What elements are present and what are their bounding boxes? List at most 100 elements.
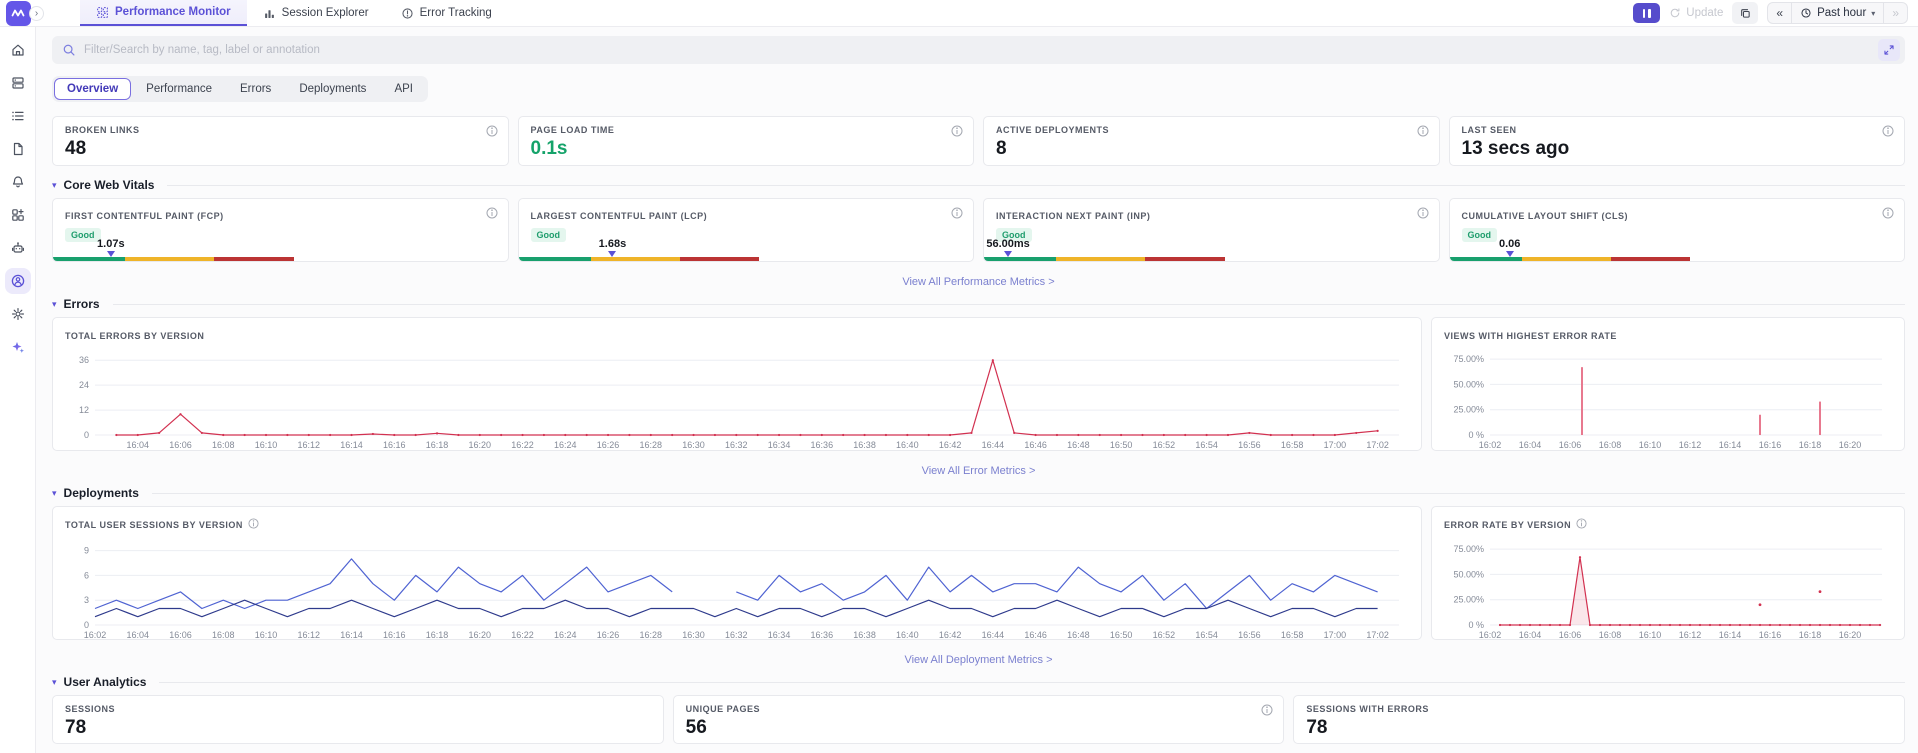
- svg-text:16:30: 16:30: [682, 440, 705, 450]
- tab-overview[interactable]: Overview: [54, 78, 132, 100]
- section-core-web-vitals[interactable]: ▾ Core Web Vitals: [52, 178, 1905, 192]
- svg-text:16:12: 16:12: [1679, 630, 1702, 640]
- info-icon[interactable]: [248, 516, 259, 533]
- user-analytics-row: SESSIONS 78 UNIQUE PAGES 56 SESSIONS WIT…: [52, 695, 1906, 744]
- svg-text:0: 0: [84, 430, 89, 440]
- section-user-analytics[interactable]: ▾ User Analytics: [52, 675, 1905, 689]
- info-icon[interactable]: [1882, 125, 1894, 137]
- info-icon[interactable]: [1417, 207, 1429, 219]
- kpi-value: 8: [996, 138, 1007, 159]
- svg-text:16:18: 16:18: [426, 630, 449, 640]
- vital-label: CUMULATIVE LAYOUT SHIFT (CLS): [1461, 211, 1628, 221]
- tab-performance[interactable]: Performance: [133, 78, 225, 100]
- sidebar-item-logs[interactable]: [5, 103, 31, 129]
- collapse-caret-icon: ▾: [52, 179, 57, 190]
- sidebar-item-synthetic-bot[interactable]: [5, 235, 31, 261]
- time-range-value: Past hour: [1817, 7, 1867, 19]
- chevron-forward-icon: »: [1892, 6, 1899, 20]
- svg-text:16:40: 16:40: [896, 440, 919, 450]
- sidebar-item-infrastructure[interactable]: [5, 70, 31, 96]
- time-range-selector[interactable]: Past hour ▾: [1791, 3, 1883, 23]
- svg-text:17:02: 17:02: [1366, 630, 1389, 640]
- tab-deployments[interactable]: Deployments: [286, 78, 379, 100]
- svg-text:25.00%: 25.00%: [1453, 405, 1484, 415]
- core-web-vitals-row: FIRST CONTENTFUL PAINT (FCP) Good 1.07s …: [52, 198, 1905, 262]
- tab-session-explorer[interactable]: Session Explorer: [247, 0, 385, 26]
- chart-title: TOTAL ERRORS BY VERSION: [65, 331, 205, 341]
- info-icon[interactable]: [1882, 207, 1894, 219]
- view-all-performance-metrics-link[interactable]: View All Performance Metrics >: [902, 276, 1054, 288]
- section-deployments[interactable]: ▾ Deployments: [52, 486, 1905, 500]
- chevron-back-icon: «: [1776, 6, 1784, 20]
- pause-icon: [1648, 8, 1651, 18]
- svg-text:16:46: 16:46: [1024, 630, 1047, 640]
- info-icon[interactable]: [951, 207, 963, 219]
- svg-text:16:50: 16:50: [1110, 630, 1133, 640]
- svg-text:16:08: 16:08: [212, 440, 235, 450]
- analytics-label: SESSIONS: [65, 704, 116, 714]
- total-errors-by-version-chart[interactable]: 36 24 12 0 16:04 16:06 16:08 16:10 16:12 16:14 16:…: [65, 348, 1409, 450]
- tab-performance-monitor[interactable]: Performance Monitor: [80, 0, 247, 26]
- view-all-deployment-metrics-link[interactable]: View All Deployment Metrics >: [904, 654, 1052, 666]
- sidebar-item-home[interactable]: [5, 37, 31, 63]
- svg-text:16:18: 16:18: [1799, 440, 1822, 450]
- ai-sparkle-icon: [12, 342, 24, 353]
- views-highest-error-rate-chart[interactable]: 75.00% 50.00% 25.00% 0 %16:02 16:04 16:06 16:0…: [1444, 348, 1892, 450]
- svg-text:16:32: 16:32: [725, 440, 748, 450]
- svg-text:16:56: 16:56: [1238, 440, 1261, 450]
- info-icon[interactable]: [1261, 704, 1273, 716]
- sidebar-item-ai-assistant[interactable]: [5, 334, 31, 360]
- svg-text:17:02: 17:02: [1366, 440, 1389, 450]
- time-back-button[interactable]: «: [1768, 3, 1791, 23]
- analytics-value: 78: [1306, 717, 1328, 738]
- pause-icon: [1642, 8, 1646, 18]
- svg-text:16:18: 16:18: [1799, 630, 1822, 640]
- info-icon[interactable]: [1417, 125, 1429, 137]
- deployments-charts-row: TOTAL USER SESSIONS BY VERSION 9 6 3 0 16:02…: [52, 506, 1905, 640]
- svg-text:16:30: 16:30: [682, 630, 705, 640]
- sidebar-item-settings[interactable]: [5, 301, 31, 327]
- svg-text:16:42: 16:42: [939, 630, 962, 640]
- section-title: Errors: [63, 297, 100, 311]
- tab-api[interactable]: API: [381, 78, 426, 100]
- svg-text:16:16: 16:16: [383, 630, 406, 640]
- svg-text:16:08: 16:08: [1599, 440, 1622, 450]
- tab-error-tracking[interactable]: Error Tracking: [385, 0, 508, 26]
- sidebar-item-traces[interactable]: [5, 136, 31, 162]
- sidebar-item-rum[interactable]: [4, 268, 31, 294]
- vital-label: INTERACTION NEXT PAINT (INP): [996, 211, 1151, 221]
- sidebar-item-alerts[interactable]: [5, 169, 31, 195]
- svg-text:16:26: 16:26: [597, 440, 620, 450]
- search-input[interactable]: [84, 44, 1870, 56]
- svg-text:16:54: 16:54: [1195, 630, 1218, 640]
- info-icon[interactable]: [486, 125, 498, 137]
- svg-text:17:00: 17:00: [1324, 630, 1347, 640]
- tab-errors[interactable]: Errors: [227, 78, 284, 100]
- svg-text:6: 6: [84, 570, 89, 580]
- clock-icon: [1801, 8, 1811, 18]
- chart-title: ERROR RATE BY VERSION: [1444, 520, 1572, 530]
- copy-dashboard-button[interactable]: [1732, 2, 1759, 24]
- robot-icon: [11, 242, 24, 253]
- section-errors[interactable]: ▾ Errors: [52, 297, 1905, 311]
- info-icon[interactable]: [1576, 516, 1587, 533]
- expand-search-button[interactable]: [1878, 39, 1900, 61]
- error-rate-by-version-chart[interactable]: 75.00% 50.00% 25.00% 0 %16:02 16:04 16:06 16:0…: [1444, 538, 1892, 640]
- main-content: Overview Performance Errors Deployments …: [36, 27, 1918, 753]
- sidebar-item-dashboards[interactable]: [5, 202, 31, 228]
- svg-text:16:14: 16:14: [1719, 440, 1742, 450]
- svg-text:16:18: 16:18: [426, 440, 449, 450]
- collapse-caret-icon: ▾: [52, 676, 57, 687]
- info-icon[interactable]: [486, 207, 498, 219]
- kpi-label: PAGE LOAD TIME: [530, 125, 615, 135]
- info-icon[interactable]: [951, 125, 963, 137]
- svg-text:50.00%: 50.00%: [1453, 379, 1484, 389]
- update-button[interactable]: Update: [1669, 7, 1723, 19]
- svg-text:16:54: 16:54: [1195, 440, 1218, 450]
- kpi-active-deployments: ACTIVE DEPLOYMENTS 8: [983, 116, 1440, 166]
- sidebar-expand-button[interactable]: ›: [29, 6, 44, 21]
- view-all-error-metrics-link[interactable]: View All Error Metrics >: [922, 465, 1036, 477]
- total-user-sessions-by-version-chart[interactable]: 9 6 3 016:02 16:04 16:06 16:08 16:10 16:12 16:14 1…: [65, 538, 1409, 640]
- time-forward-button[interactable]: »: [1883, 3, 1907, 23]
- pause-refresh-button[interactable]: [1633, 3, 1661, 23]
